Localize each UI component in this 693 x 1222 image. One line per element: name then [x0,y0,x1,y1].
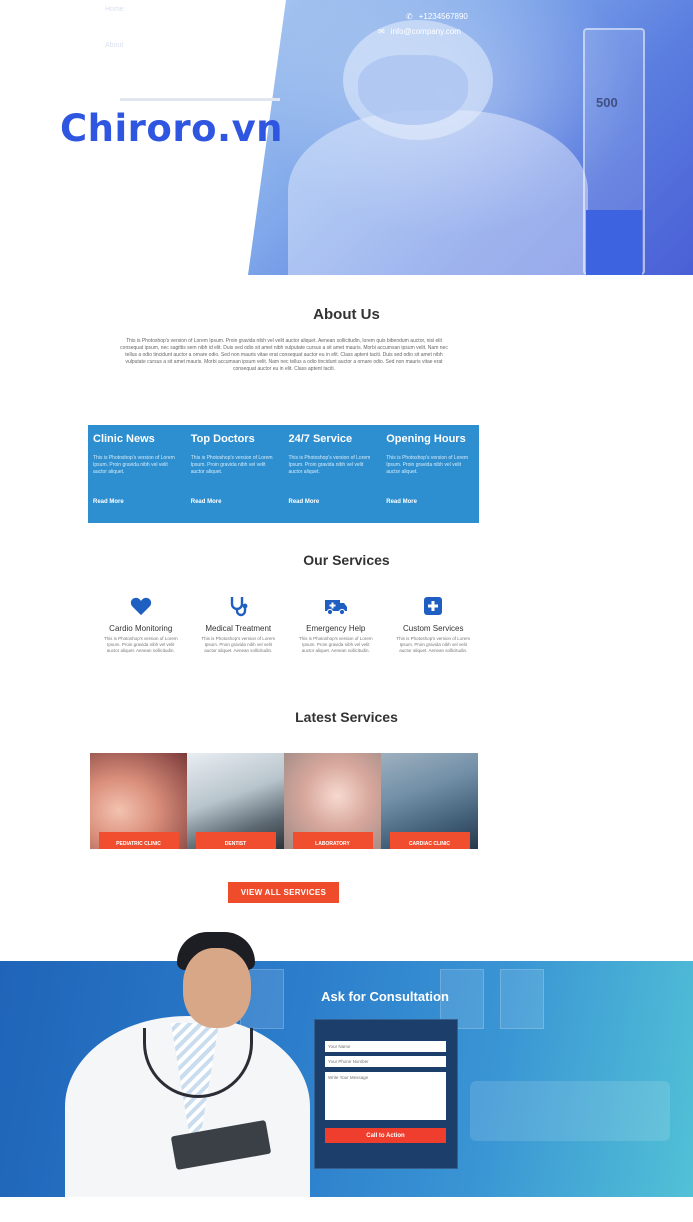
hero-faded-heading-bar [120,98,280,101]
read-more-link[interactable]: Read More [191,499,222,505]
room-window [500,969,544,1029]
service-emergency-help[interactable]: Emergency Help This is Photoshop's versi… [287,595,385,654]
footer-strip [0,1197,693,1222]
info-top-doctors: Top Doctors This is Photoshop's version … [186,425,284,523]
phone-field[interactable] [325,1056,446,1067]
brand-watermark: Chiroro.vn [60,107,284,150]
info-title: 24/7 Service [288,433,353,445]
info-24-7-service: 24/7 Service This is Photoshop's version… [284,425,382,523]
consultation-form: Call to Action [314,1019,458,1169]
service-desc: This is Photoshop's version of Lorem Ips… [103,636,178,653]
nav-item-about[interactable]: About [105,42,123,49]
call-to-action-button[interactable]: Call to Action [325,1128,446,1143]
medical-cross-icon [385,595,483,617]
hero-tube-label: 500 [596,95,618,110]
services-title: Our Services [303,552,390,568]
service-cardio[interactable]: Cardio Monitoring This is Photoshop's ve… [92,595,190,654]
phone-icon: ✆ [406,12,413,21]
ambulance-icon [287,595,385,617]
nav-item-home[interactable]: Home [105,6,124,13]
service-desc: This is Photoshop's version of Lorem Ips… [396,636,471,653]
doctor-head [183,948,251,1028]
contact-phone[interactable]: ✆ +1234567890 [406,12,468,21]
info-title: Opening Hours [386,433,466,445]
service-desc: This is Photoshop's version of Lorem Ips… [201,636,276,653]
doctor-photo [65,928,310,1197]
info-bar: Clinic News This is Photoshop's version … [88,425,479,523]
service-name: Medical Treatment [205,624,272,633]
service-desc: This is Photoshop's version of Lorem Ips… [298,636,373,653]
service-name: Cardio Monitoring [109,624,173,633]
hospital-bed-shape [470,1081,670,1141]
latest-item-button[interactable]: DENTIST [195,832,276,849]
info-opening-hours: Opening Hours This is Photoshop's versio… [381,425,479,523]
info-clinic-news: Clinic News This is Photoshop's version … [88,425,186,523]
service-custom[interactable]: Custom Services This is Photoshop's vers… [385,595,483,654]
consultation-title: Ask for Consultation [321,989,449,1004]
latest-item-button[interactable]: CARDIAC CLINIC [389,832,470,849]
latest-item-laboratory[interactable]: LABORATORY [284,753,381,849]
latest-item-dentist[interactable]: DENTIST [187,753,284,849]
contact-email-text: info@company.com [390,27,461,36]
latest-item-cardiac[interactable]: CARDIAC CLINIC [381,753,478,849]
info-text: This is Photoshop's version of Lorem Ips… [190,455,273,475]
info-text: This is Photoshop's version of Lorem Ips… [386,455,469,475]
view-all-services-button[interactable]: VIEW ALL SERVICES [228,882,339,903]
read-more-link[interactable]: Read More [386,499,417,505]
contact-phone-text: +1234567890 [418,12,468,21]
message-field[interactable] [325,1072,446,1120]
name-field[interactable] [325,1041,446,1052]
service-grid: Cardio Monitoring This is Photoshop's ve… [92,595,482,654]
stethoscope-icon [190,595,288,617]
latest-item-pediatric[interactable]: PEDIATRIC CLINIC [90,753,187,849]
hero-face-mask-shape [358,55,468,125]
latest-item-button[interactable]: PEDIATRIC CLINIC [98,832,179,849]
hero-lab-photo: 500 ✆ +1234567890 ✉ info@company.com [248,0,693,275]
service-medical-treatment[interactable]: Medical Treatment This is Photoshop's ve… [190,595,288,654]
about-text: This is Photoshop's version of Lorem Ips… [120,338,448,372]
hero-test-tube-liquid [586,210,642,275]
about-title: About Us [313,306,380,323]
latest-services-grid: PEDIATRIC CLINIC DENTIST LABORATORY CARD… [90,753,478,849]
latest-item-button[interactable]: LABORATORY [292,832,373,849]
service-name: Custom Services [403,624,464,633]
service-name: Emergency Help [306,624,366,633]
hero-section: 500 ✆ +1234567890 ✉ info@company.com Hom… [0,0,693,275]
read-more-link[interactable]: Read More [289,499,320,505]
info-text: This is Photoshop's version of Lorem Ips… [288,455,371,475]
info-title: Clinic News [93,433,155,445]
contact-email[interactable]: ✉ info@company.com [378,27,461,36]
envelope-icon: ✉ [378,27,385,36]
latest-title: Latest Services [295,709,398,725]
info-title: Top Doctors [190,433,255,445]
info-text: This is Photoshop's version of Lorem Ips… [93,455,175,475]
heart-icon [92,595,190,617]
read-more-link[interactable]: Read More [93,499,124,505]
